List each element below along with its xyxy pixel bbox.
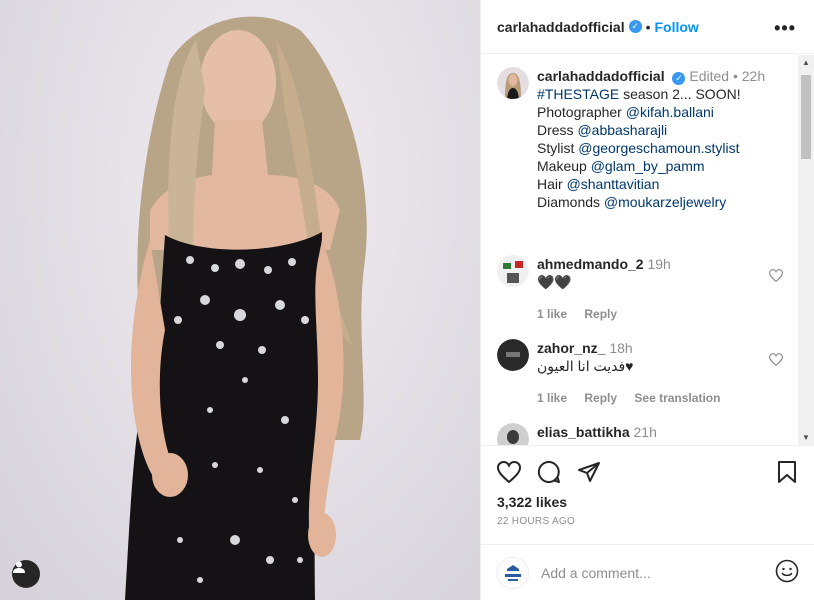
comment-text: فديت انا العيون♥ — [537, 358, 634, 374]
comment-input[interactable] — [541, 564, 775, 581]
scrollbar-thumb[interactable] — [801, 75, 811, 159]
avatar[interactable] — [497, 255, 529, 287]
mention-link[interactable]: @shanttavitian — [567, 176, 660, 192]
caption-line: #THESTAGE season 2... SOON! — [537, 86, 741, 102]
scroll-up-icon[interactable]: ▲ — [802, 58, 810, 67]
verified-icon: ✓ — [672, 71, 686, 85]
comment-like-heart-icon[interactable] — [768, 353, 784, 369]
comment-time: 18h — [609, 340, 633, 356]
scroll-down-icon[interactable]: ▼ — [802, 433, 810, 442]
comment-time: 21h — [633, 424, 657, 440]
share-icon[interactable] — [575, 458, 603, 486]
caption-username[interactable]: carlahaddadofficial — [537, 68, 665, 84]
reply-button[interactable]: Reply — [584, 307, 617, 321]
header-separator: • — [645, 18, 651, 35]
comment-username[interactable]: ahmedmando_2 — [537, 256, 644, 272]
caption-line: Stylist @georgeschamoun.stylist — [537, 140, 740, 156]
comment-text: 🖤🖤 — [537, 274, 572, 290]
hashtag-link[interactable]: #THESTAGE — [537, 86, 619, 102]
edited-label: Edited — [689, 68, 730, 84]
avatar — [497, 556, 529, 589]
comment-time: 19h — [647, 256, 671, 272]
post-timestamp: 22 HOURS AGO — [497, 516, 576, 527]
caption-line: Dress @abbasharajli — [537, 122, 668, 138]
add-comment-bar — [481, 544, 814, 600]
avatar[interactable] — [497, 339, 529, 371]
caption-line: Photographer @kifah.ballani — [537, 104, 714, 120]
post-side-panel: carlahaddadofficial ✓ • Follow ••• carla… — [480, 0, 814, 600]
likes-count[interactable]: 3,322 likes — [481, 486, 814, 510]
verified-icon: ✓ — [628, 20, 642, 33]
comments-scroll-area[interactable]: carlahaddadofficial ✓ Edited • 22h #THES… — [481, 55, 799, 445]
mention-link[interactable]: @georgeschamoun.stylist — [578, 140, 739, 156]
header-username[interactable]: carlahaddadofficial — [497, 19, 625, 35]
post-photo[interactable] — [0, 0, 480, 600]
like-heart-icon[interactable] — [495, 458, 523, 486]
caption-text: carlahaddadofficial ✓ Edited • 22h #THES… — [537, 67, 765, 211]
comment-item: ahmedmando_2 19h 🖤🖤 1 like Reply — [481, 255, 799, 323]
comment-username[interactable]: elias_battikha — [537, 424, 630, 440]
mention-link[interactable]: @abbasharajli — [577, 122, 667, 138]
save-icon[interactable] — [773, 458, 801, 486]
scrollbar[interactable]: ▲ ▼ — [798, 55, 814, 445]
comment-item: elias_battikha 21h — [481, 423, 799, 445]
follow-button[interactable]: Follow — [655, 19, 699, 35]
mention-link[interactable]: @glam_by_pamm — [591, 158, 705, 174]
caption-time: 22h — [741, 68, 766, 84]
comment-likes[interactable]: 1 like — [537, 391, 567, 405]
caption-line: Diamonds @moukarzeljewelry — [537, 194, 727, 210]
user-tag-icon[interactable] — [12, 560, 40, 588]
avatar[interactable] — [497, 423, 529, 445]
see-translation-button[interactable]: See translation — [634, 391, 720, 405]
mention-link[interactable]: @kifah.ballani — [626, 104, 714, 120]
post-header: carlahaddadofficial ✓ • Follow ••• — [481, 0, 814, 54]
mention-link[interactable]: @moukarzeljewelry — [604, 194, 726, 210]
comment-like-heart-icon[interactable] — [768, 269, 784, 285]
emoji-icon[interactable] — [775, 559, 799, 586]
action-bar: 3,322 likes 22 HOURS AGO — [481, 445, 814, 555]
avatar[interactable] — [497, 67, 529, 99]
portrait-image — [125, 16, 367, 600]
comment-username[interactable]: zahor_nz_ — [537, 340, 605, 356]
more-options-icon[interactable]: ••• — [774, 18, 796, 39]
caption-line: Makeup @glam_by_pamm — [537, 158, 705, 174]
comment-item: zahor_nz_ 18h فديت انا العيون♥ 1 like Re… — [481, 339, 799, 407]
caption-separator: • — [732, 68, 738, 84]
post-caption: carlahaddadofficial ✓ Edited • 22h #THES… — [481, 55, 799, 211]
caption-line: Hair @shanttavitian — [537, 176, 660, 192]
reply-button[interactable]: Reply — [584, 391, 617, 405]
comment-icon[interactable] — [535, 458, 563, 486]
comment-likes[interactable]: 1 like — [537, 307, 567, 321]
